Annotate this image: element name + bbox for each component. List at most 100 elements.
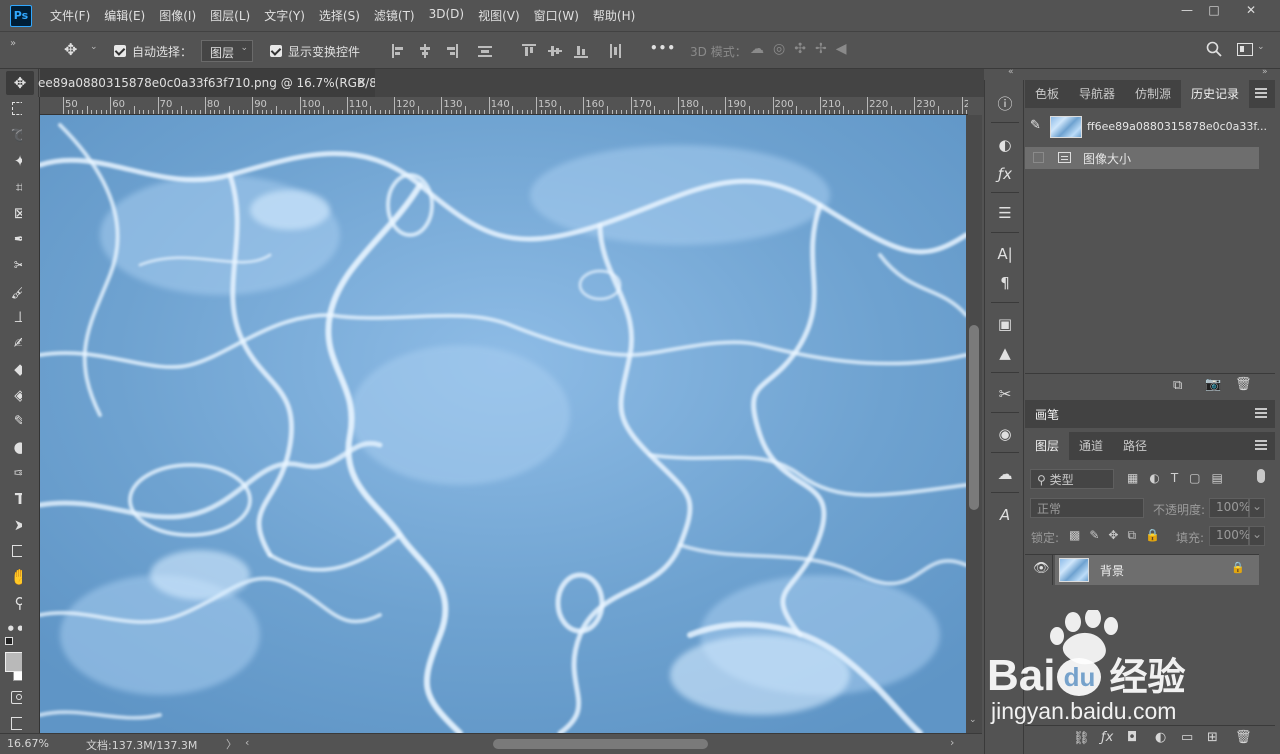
zoom-level[interactable]: 16.67% [7,737,49,750]
close-tab-icon[interactable]: × [356,69,367,97]
3d-pan-icon[interactable]: ✣ [794,41,815,57]
distribute-vertical-icon[interactable] [478,44,492,58]
new-adjustment-layer-icon[interactable]: ◐ [1155,730,1166,745]
3d-slide-icon[interactable]: ✢ [815,41,836,57]
auto-select-checkbox[interactable] [114,45,126,57]
layers-panel-tab-1[interactable]: 通道 [1069,432,1113,460]
layer-filter-dropdown[interactable]: ⚲ 类型 [1030,469,1114,489]
history-panel-tab-2[interactable]: 仿制源 [1125,80,1181,108]
layer-row[interactable]: 👁 背景 🔒 [1025,555,1259,585]
collapse-icons-icon[interactable]: « [1008,67,1014,77]
brushes-panel-menu-icon[interactable] [1255,408,1267,418]
menu-item-8[interactable]: 视图(V) [478,7,520,24]
3d-roll-icon[interactable]: ◎ [773,41,794,57]
align-middle-v-icon[interactable] [548,44,562,58]
menu-item-7[interactable]: 3D(D) [429,7,464,24]
history-step-checkbox[interactable] [1033,152,1044,163]
styles-panel-icon[interactable]: ƒx [994,163,1016,185]
glyphs-panel-icon[interactable]: A [994,504,1016,526]
filter-shape-icon[interactable]: ▢ [1189,471,1211,485]
status-menu-icon[interactable]: 〉 [226,736,237,752]
distribute-horizontal-icon[interactable] [608,44,622,58]
align-top-icon[interactable] [522,44,536,58]
fill-field[interactable]: 100% [1209,526,1250,546]
collapse-panels-icon[interactable]: » [1262,67,1268,77]
menu-item-9[interactable]: 窗口(W) [534,7,579,24]
lock-pixels-icon[interactable]: ✎ [1089,528,1108,542]
align-bottom-icon[interactable] [574,44,588,58]
vertical-scroll-thumb[interactable] [969,325,979,510]
link-layers-icon[interactable]: ⛓ [1073,731,1090,746]
delete-layer-icon[interactable]: 🗑 [1235,730,1252,745]
menu-item-3[interactable]: 图层(L) [210,7,250,24]
adjustments-panel-icon[interactable]: ◐ [994,134,1016,156]
history-panel-tab-0[interactable]: 色板 [1025,80,1069,108]
history-brush-source-icon[interactable]: ✎ [1030,118,1041,133]
layer-visibility-toggle[interactable]: 👁 [1025,555,1053,585]
filter-smart-object-icon[interactable]: ▤ [1212,471,1234,485]
lock-artboard-icon[interactable]: ⧉ [1127,528,1145,542]
menu-item-6[interactable]: 滤镜(T) [374,7,415,24]
brushes-panel-title[interactable]: 画笔 [1035,406,1059,423]
history-snapshot-row[interactable]: ✎ ff6ee89a0880315878e0c0a33f... [1025,116,1267,138]
new-document-from-state-icon[interactable]: ⧉ [1173,378,1182,393]
align-center-h-icon[interactable] [418,44,432,58]
brush-settings-panel-icon[interactable]: ☰ [994,202,1016,224]
lock-all-icon[interactable]: 🔒 [1145,528,1169,542]
scroll-left-icon[interactable]: ‹ [245,736,249,749]
lock-transparent-icon[interactable]: ▩ [1069,528,1089,542]
3d-scale-icon[interactable]: ◀ [836,41,856,57]
menu-item-0[interactable]: 文件(F) [50,7,90,24]
menu-item-5[interactable]: 选择(S) [319,7,360,24]
3d-orbit-icon[interactable]: ☁ [750,41,773,57]
fill-chevron-icon[interactable]: ⌄ [1249,526,1265,546]
opacity-chevron-icon[interactable]: ⌄ [1249,498,1265,518]
horizontal-scroll-thumb[interactable] [493,739,708,749]
panel-collapse-icon[interactable]: » [10,38,16,49]
photoshop-logo[interactable]: Ps [10,4,32,27]
info-panel-icon[interactable]: ⓘ [994,93,1016,115]
history-panel-tab-1[interactable]: 导航器 [1069,80,1125,108]
lock-position-icon[interactable]: ✥ [1108,528,1127,542]
layer-body[interactable]: 背景 🔒 [1055,555,1259,585]
trash-icon[interactable]: 🗑 [1235,377,1252,392]
tools-preset-panel-icon[interactable]: ✂ [994,383,1016,405]
minimize-button[interactable]: — [1176,3,1198,19]
layers-panel-tab-0[interactable]: 图层 [1025,432,1070,460]
workspace-chevron-icon[interactable]: ⌄ [1257,42,1265,52]
workspace-icon[interactable] [1237,43,1253,56]
scroll-down-icon[interactable]: ⌄ [969,715,977,725]
filter-adjustment-icon[interactable]: ◐ [1149,471,1170,485]
menu-item-10[interactable]: 帮助(H) [593,7,635,24]
history-panel-tab-3[interactable]: 历史记录 [1181,80,1250,108]
paragraph-styles-panel-icon[interactable]: ▣ [994,313,1016,335]
layer-name[interactable]: 背景 [1100,562,1124,579]
menu-item-1[interactable]: 编辑(E) [104,7,145,24]
history-step-row[interactable]: 图像大小 [1025,147,1259,169]
document-canvas[interactable] [40,115,966,733]
search-icon[interactable] [1206,41,1222,61]
tool-preset-chevron-icon[interactable]: ⌄ [90,42,98,52]
layers-panel-menu-icon[interactable] [1255,440,1267,450]
paragraph-panel-icon[interactable]: ¶ [994,272,1016,294]
character-styles-panel-icon[interactable]: ▲ [994,342,1016,364]
more-options-button[interactable]: ••• [650,41,676,55]
add-mask-icon[interactable]: ◘ [1127,730,1137,745]
filter-type-icon[interactable]: T [1171,471,1189,485]
layers-panel-tab-2[interactable]: 路径 [1113,432,1157,460]
align-right-icon[interactable] [444,44,458,58]
menu-item-4[interactable]: 文字(Y) [264,7,305,24]
scroll-right-icon[interactable]: › [950,736,954,749]
vertical-scrollbar[interactable]: ⌄ [966,115,982,733]
blend-mode-dropdown[interactable]: 正常 [1030,498,1144,518]
maximize-button[interactable]: □ [1203,3,1225,19]
document-tab[interactable]: ee89a0880315878e0c0a33f63f710.png @ 16.7… [38,69,391,97]
camera-snapshot-icon[interactable]: 📷 [1205,377,1221,392]
new-layer-icon[interactable]: ⊞ [1207,730,1218,745]
panel-menu-icon[interactable] [1255,88,1267,98]
close-button[interactable]: ✕ [1240,3,1262,19]
filter-toggle-icon[interactable] [1257,469,1265,483]
layer-style-icon[interactable]: ƒx [1101,730,1113,745]
menu-item-2[interactable]: 图像(I) [159,7,196,24]
character-panel-icon[interactable]: A| [994,243,1016,265]
